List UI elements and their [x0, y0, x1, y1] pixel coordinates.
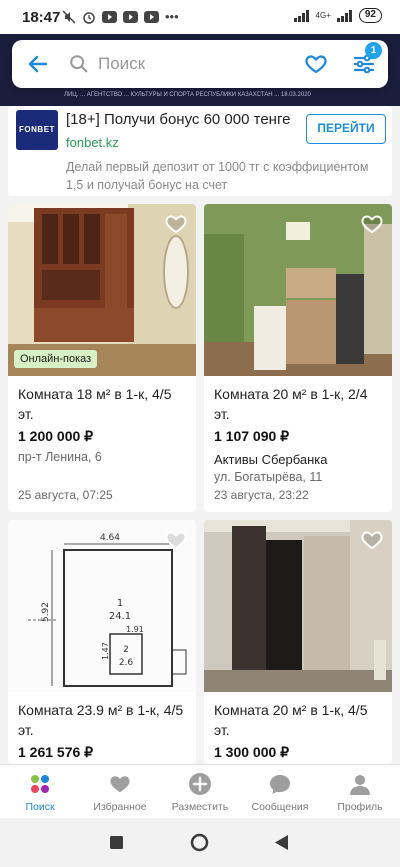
listing-address: ул. Богатырёва, 11	[214, 470, 323, 484]
plan-room2-number: 2	[123, 645, 129, 655]
listing-address: пр-т Ленина, 6	[18, 450, 102, 464]
listing-title[interactable]: Комната 18 м² в 1-к, 4/5 эт.	[18, 384, 190, 424]
bottom-navigation: Поиск Избранное Разместить Сообщения Про…	[0, 764, 400, 818]
back-arrow-icon[interactable]	[26, 52, 50, 76]
more-notifications-icon: •••	[165, 9, 179, 24]
listing-date: 25 августа, 07:25	[18, 488, 113, 502]
listing-date: 23 августа, 23:22	[214, 488, 309, 502]
favorite-heart-icon[interactable]	[360, 212, 384, 236]
nav-profile[interactable]: Профиль	[320, 765, 400, 819]
back-icon[interactable]	[275, 835, 289, 850]
home-icon[interactable]	[190, 833, 209, 852]
network-type: 4G+	[315, 11, 331, 20]
listing-photo[interactable]: 4.64 5.92 1 24.1 1.91 1.47 2 2.6	[8, 520, 196, 692]
listing-card[interactable]: Комната 20 м² в 1-к, 4/5 эт. 1 300 000 ₽	[204, 520, 392, 764]
ad-domain[interactable]: fonbet.kz	[66, 135, 119, 150]
ad-description: Делай первый депозит от 1000 тг с коэффи…	[66, 160, 369, 192]
chat-icon	[270, 775, 290, 794]
status-bar: 18:47 ••• 4G+ 92	[0, 0, 400, 34]
nav-label: Поиск	[25, 801, 55, 813]
signal-icon	[293, 9, 309, 22]
listing-card[interactable]: Онлайн-показ Комната 18 м² в 1-к, 4/5 эт…	[8, 204, 196, 512]
listing-price: 1 200 000 ₽	[18, 428, 94, 444]
heart-icon	[110, 776, 130, 793]
plan-dim-small: 1.91	[126, 625, 144, 634]
search-dots-icon	[31, 775, 49, 793]
listing-title[interactable]: Комната 20 м² в 1-к, 2/4 эт.	[214, 384, 386, 424]
filter-count-badge: 1	[365, 42, 382, 59]
search-icon	[70, 55, 88, 73]
listing-price: 1 107 090 ₽	[214, 428, 290, 444]
listing-photo[interactable]	[204, 520, 392, 692]
ad-title[interactable]: [18+] Получи бонус 60 000 тенге	[66, 111, 290, 128]
search-bar: Поиск 1	[12, 40, 388, 88]
listing-price: 1 261 576 ₽	[18, 744, 94, 760]
plan-room-area: 24.1	[109, 611, 131, 622]
nav-post[interactable]: Разместить	[160, 765, 240, 819]
mute-icon	[62, 9, 76, 24]
nav-label: Профиль	[337, 801, 383, 813]
plan-room2-area: 2.6	[119, 658, 134, 668]
listing-card[interactable]: Комната 20 м² в 1-к, 2/4 эт. 1 107 090 ₽…	[204, 204, 392, 512]
listing-photo[interactable]	[204, 204, 392, 376]
plan-dim-top: 4.64	[100, 533, 120, 543]
nav-messages[interactable]: Сообщения	[240, 765, 320, 819]
nav-label: Разместить	[171, 801, 229, 813]
plan-room-number: 1	[117, 598, 123, 609]
signal-icon	[336, 9, 352, 22]
battery-indicator: 92	[358, 8, 382, 23]
favorite-heart-icon[interactable]	[360, 528, 384, 552]
plan-dim-side: 5.92	[41, 602, 51, 622]
system-navigation-bar	[0, 818, 400, 867]
nav-label: Избранное	[93, 801, 147, 813]
ad-go-button[interactable]: ПЕРЕЙТИ	[306, 114, 386, 144]
favorite-heart-icon[interactable]	[164, 212, 188, 236]
status-system-icons: 4G+ 92	[293, 8, 382, 23]
youtube-icon	[144, 10, 159, 23]
ad-card[interactable]: FONBET [18+] Получи бонус 60 000 тенге f…	[8, 106, 392, 196]
profile-icon	[350, 775, 370, 795]
youtube-icon	[102, 10, 117, 23]
listing-title[interactable]: Комната 20 м² в 1-к, 4/5 эт.	[214, 700, 386, 740]
listing-price: 1 300 000 ₽	[214, 744, 290, 760]
ad-logo: FONBET	[16, 110, 58, 150]
youtube-icon	[123, 10, 138, 23]
promo-fine-print: ЛИЦ. ... АГЕНТСТВО ... КУЛЬТУРЫ И СПОРТА…	[64, 92, 311, 98]
plus-icon	[189, 773, 211, 795]
online-viewing-badge: Онлайн-показ	[14, 350, 98, 368]
alarm-icon	[83, 11, 95, 24]
listing-seller: Активы Сбербанка	[214, 452, 328, 467]
listing-photo[interactable]: Онлайн-показ	[8, 204, 196, 376]
favorite-heart-icon[interactable]	[164, 528, 188, 552]
recent-apps-icon[interactable]	[110, 836, 123, 849]
nav-favorites[interactable]: Избранное	[80, 765, 160, 819]
listing-title[interactable]: Комната 23.9 м² в 1-к, 4/5 эт.	[18, 700, 190, 740]
status-time: 18:47	[22, 9, 61, 26]
favorite-search-heart-icon[interactable]	[304, 52, 328, 76]
status-notification-icons: •••	[62, 9, 179, 24]
search-input[interactable]: Поиск	[98, 54, 145, 74]
plan-dim-small-2: 1.47	[101, 642, 110, 660]
nav-label: Сообщения	[251, 801, 309, 813]
nav-search[interactable]: Поиск	[0, 765, 80, 819]
listing-card[interactable]: 4.64 5.92 1 24.1 1.91 1.47 2 2.6 Комната…	[8, 520, 196, 764]
